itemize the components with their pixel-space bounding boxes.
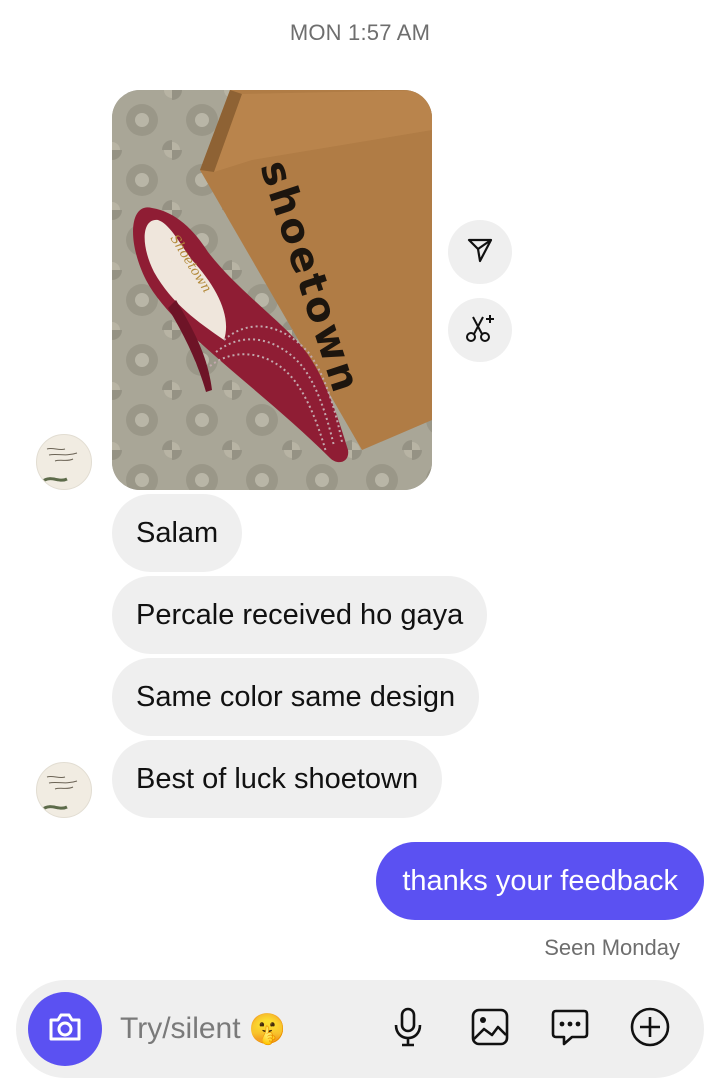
share-button[interactable] — [448, 220, 512, 284]
message-bubble-in[interactable]: Same color same design — [112, 658, 480, 736]
sticker-icon — [550, 1007, 590, 1052]
plus-icon — [629, 1006, 671, 1053]
message-input-placeholder: Try/silent — [120, 1012, 241, 1045]
sticker-button[interactable] — [548, 1007, 592, 1051]
camera-icon — [47, 1011, 83, 1048]
avatar[interactable] — [36, 434, 92, 490]
remix-icon — [463, 311, 497, 350]
avatar[interactable] — [36, 762, 92, 818]
gallery-button[interactable] — [468, 1007, 512, 1051]
shushing-emoji: 🤫 — [248, 1012, 286, 1046]
message-input[interactable]: Try/silent 🤫 — [120, 980, 286, 1078]
message-bubble-in[interactable]: Percale received ho gaya — [112, 576, 488, 654]
microphone-button[interactable] — [386, 1007, 430, 1051]
seen-status: Seen Monday — [544, 935, 680, 960]
remix-button[interactable] — [448, 298, 512, 362]
camera-button[interactable] — [28, 992, 102, 1066]
message-bubble-out[interactable]: thanks your feedback — [376, 842, 704, 920]
message-bubble-in[interactable]: Best of luck shoetown — [112, 740, 443, 818]
message-composer: Try/silent 🤫 — [16, 980, 704, 1078]
thread-timestamp: MON 1:57 AM — [289, 20, 431, 45]
gallery-icon — [470, 1007, 510, 1052]
more-button[interactable] — [628, 1007, 672, 1051]
shared-photo[interactable]: shoetown Shoetown — [112, 90, 432, 490]
share-icon — [465, 235, 495, 270]
message-bubble-in[interactable]: Salam — [112, 494, 243, 572]
microphone-icon — [393, 1007, 423, 1052]
